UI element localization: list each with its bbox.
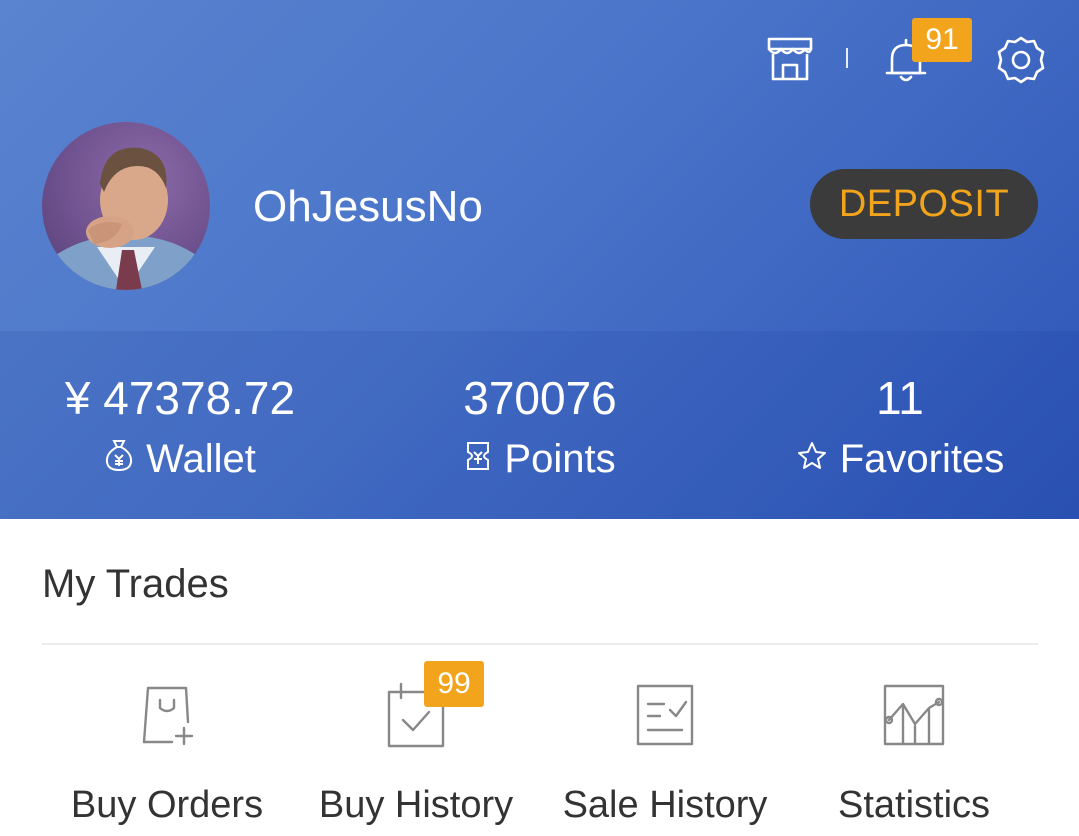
username: OhJesusNo <box>253 182 483 231</box>
favorites-stat[interactable]: 11 Favorites <box>760 370 1040 484</box>
buy-history-badge: 99 <box>424 661 484 707</box>
wallet-value: ¥ 47378.72 <box>64 372 296 424</box>
money-bag-icon <box>104 434 134 484</box>
points-value: 370076 <box>463 372 617 424</box>
buy-history-button[interactable]: Buy History <box>291 680 541 828</box>
points-stat[interactable]: 370076 Points <box>400 370 680 484</box>
buy-history-label: Buy History <box>318 784 514 826</box>
wallet-stat[interactable]: ¥ 47378.72 Wallet <box>40 370 320 484</box>
avatar[interactable] <box>42 122 210 290</box>
sale-history-button[interactable]: Sale History <box>540 680 790 828</box>
notification-badge: 91 <box>912 18 972 62</box>
line-chart-icon <box>879 680 949 750</box>
gear-icon[interactable] <box>995 34 1047 86</box>
shopping-bag-plus-icon <box>132 680 202 750</box>
star-outline-icon <box>796 434 828 484</box>
sale-history-label: Sale History <box>562 784 768 826</box>
statistics-label: Statistics <box>837 784 991 826</box>
statistics-button[interactable]: Statistics <box>789 680 1039 828</box>
wallet-label: Wallet <box>146 437 256 481</box>
buy-orders-button[interactable]: Buy Orders <box>42 680 292 828</box>
deposit-button[interactable]: DEPOSIT <box>810 169 1038 239</box>
header-divider <box>846 48 848 68</box>
points-label: Points <box>504 437 616 481</box>
section-title: My Trades <box>42 562 229 606</box>
ticket-icon <box>464 434 492 484</box>
favorites-label: Favorites <box>839 437 1005 481</box>
list-check-icon <box>630 680 700 750</box>
buy-orders-label: Buy Orders <box>70 784 264 826</box>
section-divider <box>42 643 1038 645</box>
store-icon[interactable] <box>765 35 815 83</box>
favorites-value: 11 <box>876 372 924 424</box>
